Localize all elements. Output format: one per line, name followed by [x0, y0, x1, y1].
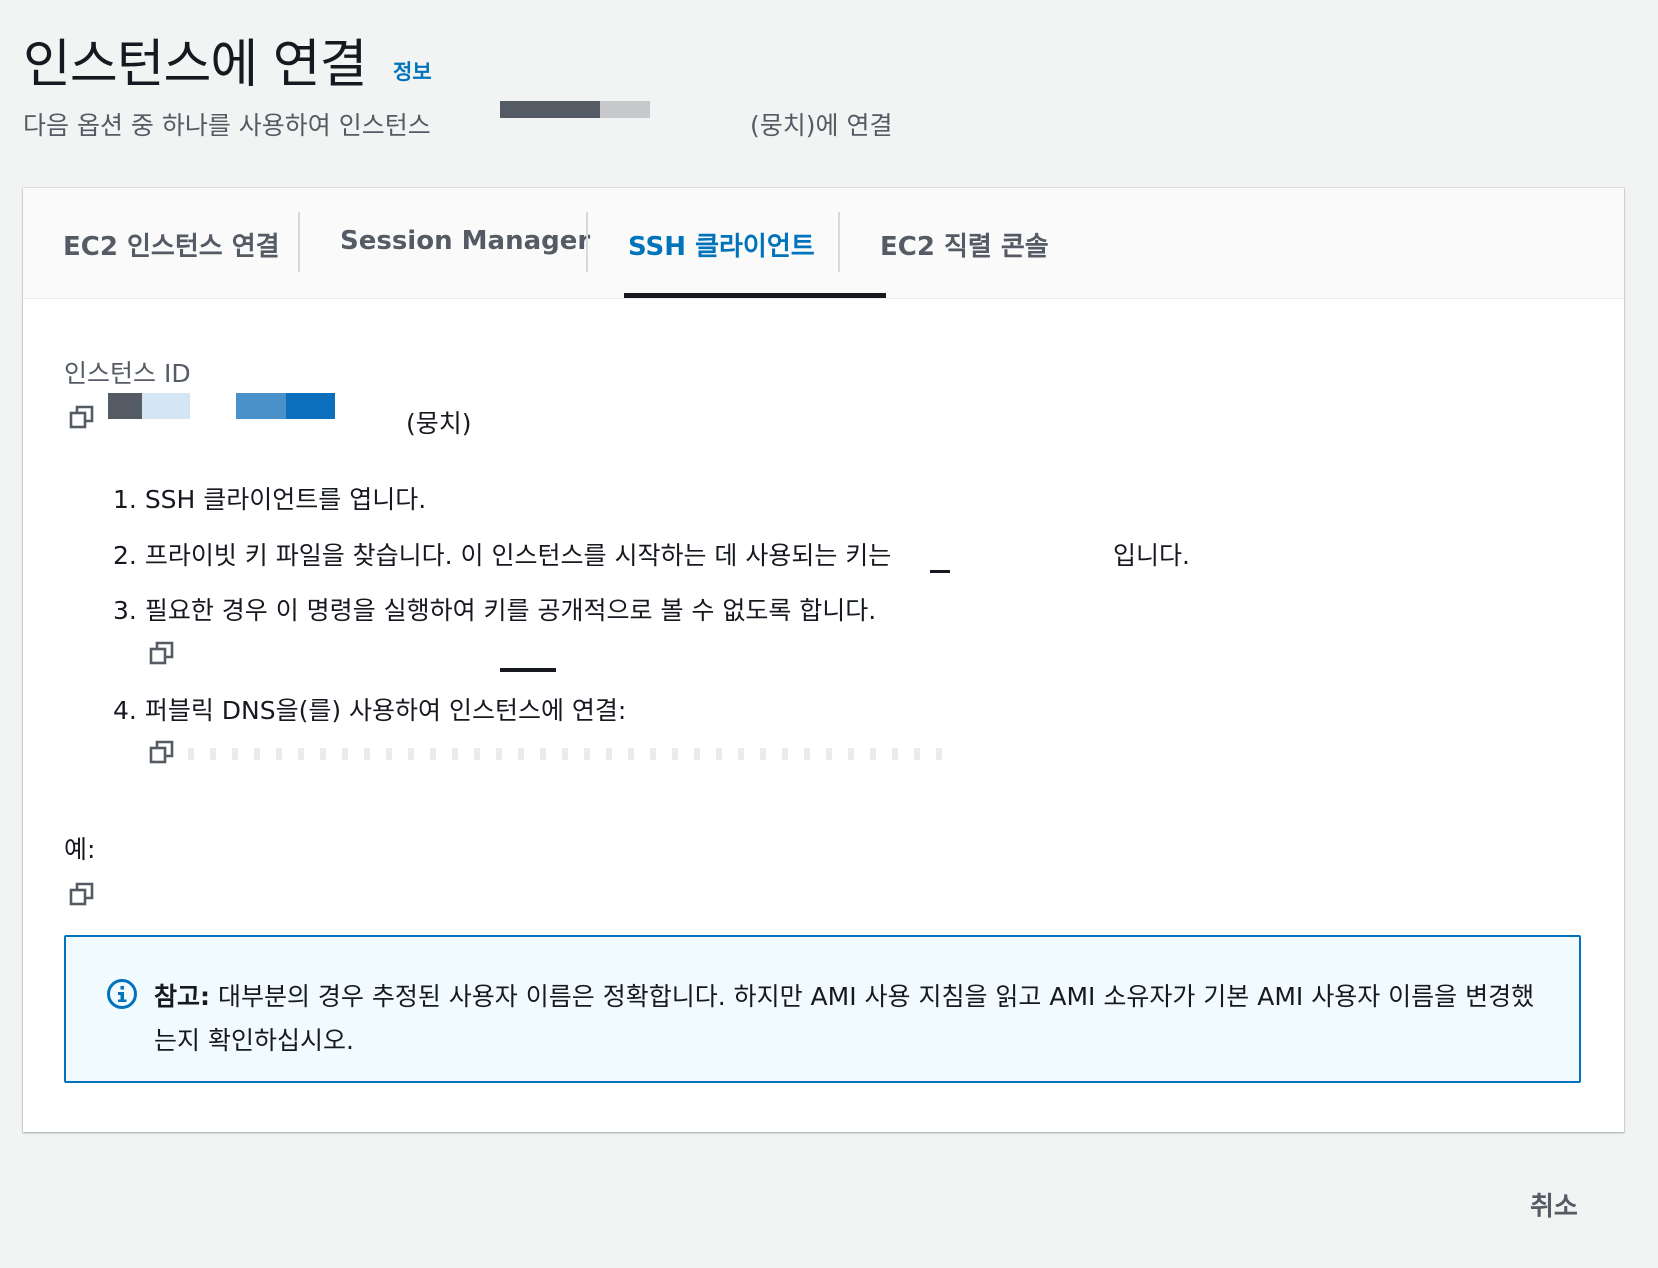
tab-divider [586, 212, 588, 272]
instance-name-suffix: (뭉치) [406, 409, 472, 438]
copy-icon[interactable] [69, 404, 95, 430]
active-tab-indicator [624, 293, 886, 298]
redacted-instance-id [236, 393, 286, 419]
tab-ec2-instance-connect[interactable]: EC2 인스턴스 연결 [63, 226, 280, 263]
info-link[interactable]: 정보 [393, 56, 432, 86]
step-4: 4. 퍼블릭 DNS을(를) 사용하여 인스턴스에 연결: [113, 691, 626, 727]
step-2-suffix: 입니다. [1113, 541, 1190, 570]
copy-icon[interactable] [149, 739, 175, 765]
page-subtitle: 다음 옵션 중 하나를 사용하여 인스턴스 [23, 111, 431, 140]
redacted-instance-name [500, 101, 650, 118]
instance-id-label: 인스턴스 ID [64, 359, 191, 388]
redacted-instance-id [108, 393, 142, 419]
step-number: 1. [113, 485, 137, 514]
page-title: 인스턴스에 연결 [23, 35, 367, 95]
example-label: 예: [64, 835, 96, 864]
step-text: SSH 클라이언트를 엽니다. [144, 485, 427, 514]
note-text: 참고: 대부분의 경우 추정된 사용자 이름은 정확합니다. 하지만 AMI 사… [154, 975, 1544, 1063]
redacted-key-name [930, 570, 950, 573]
page-subtitle-suffix: (뭉치)에 연결 [750, 111, 893, 140]
redacted-ssh-command [188, 748, 948, 760]
step-number: 4. [113, 696, 137, 725]
copy-icon[interactable] [149, 640, 175, 666]
step-number: 2. [113, 541, 137, 570]
tab-ssh-client[interactable]: SSH 클라이언트 [628, 226, 815, 263]
step-2: 2. 프라이빗 키 파일을 찾습니다. 이 인스턴스를 시작하는 데 사용되는 … [113, 536, 891, 572]
step-text: 프라이빗 키 파일을 찾습니다. 이 인스턴스를 시작하는 데 사용되는 키는 [144, 541, 892, 570]
redacted-instance-id [142, 393, 190, 419]
note-body: 대부분의 경우 추정된 사용자 이름은 정확합니다. 하지만 AMI 사용 지침… [154, 982, 1535, 1055]
step-1: 1. SSH 클라이언트를 엽니다. [113, 480, 426, 516]
redacted-instance-id [286, 393, 335, 419]
step-text: 필요한 경우 이 명령을 실행하여 키를 공개적으로 볼 수 없도록 합니다. [144, 596, 877, 625]
step-number: 3. [113, 596, 137, 625]
tab-ec2-serial-console[interactable]: EC2 직렬 콘솔 [880, 226, 1049, 263]
tab-divider [838, 212, 840, 272]
connection-tabs: EC2 인스턴스 연결 Session Manager SSH 클라이언트 EC… [23, 188, 1624, 299]
step-text: 퍼블릭 DNS을(를) 사용하여 인스턴스에 연결: [144, 696, 627, 725]
note-alert: 참고: 대부분의 경우 추정된 사용자 이름은 정확합니다. 하지만 AMI 사… [64, 935, 1581, 1083]
copy-icon[interactable] [69, 881, 95, 907]
redacted-command [500, 668, 556, 672]
cancel-button[interactable]: 취소 [1530, 1186, 1578, 1223]
step-3: 3. 필요한 경우 이 명령을 실행하여 키를 공개적으로 볼 수 없도록 합니… [113, 591, 876, 627]
info-circle-icon [106, 978, 138, 1010]
note-label: 참고: [154, 982, 210, 1011]
tab-session-manager[interactable]: Session Manager [340, 226, 590, 256]
tab-divider [298, 212, 300, 272]
connect-options-panel: EC2 인스턴스 연결 Session Manager SSH 클라이언트 EC… [23, 188, 1624, 1132]
